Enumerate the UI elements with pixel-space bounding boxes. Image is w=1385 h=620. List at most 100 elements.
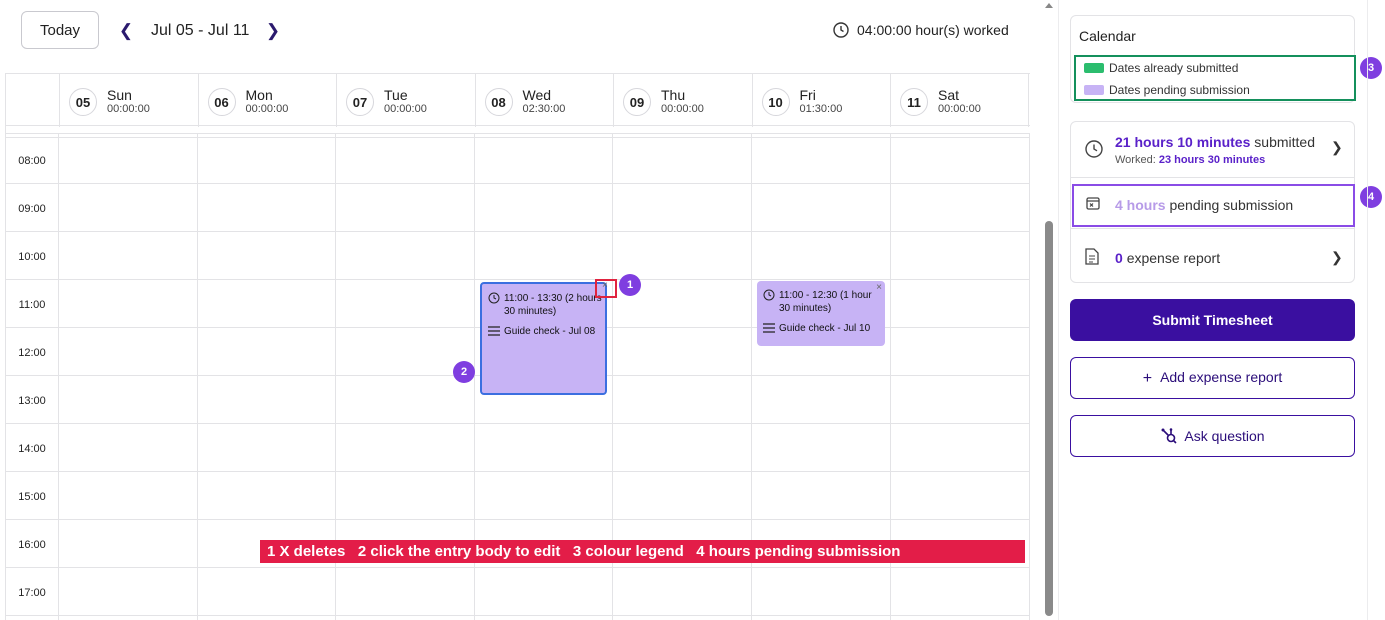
day-name: Sat [938,87,960,103]
pending-highlight [1072,184,1355,227]
ask-question-button[interactable]: Ask question [1070,415,1355,457]
plus-icon: + [1142,369,1153,387]
swatch-submitted [1084,63,1104,73]
swatch-pending [1084,85,1104,95]
worked-label: Worked: [1115,154,1156,166]
hubspot-icon [1161,428,1177,444]
legend-label: Dates already submitted [1109,61,1239,75]
day-total: 00:00:00 [107,103,150,115]
clock-icon [763,289,775,301]
panel-divider [1367,0,1368,620]
submitted-value: 21 hours 10 minutes [1115,134,1251,150]
day-header-row: 05 Sun 00:00:00 06 Mon 00:00:00 07 Tue 0… [6,73,1030,127]
expense-text: 0 expense report [1115,250,1220,266]
day-number: 10 [761,88,790,116]
day-number: 11 [900,88,928,116]
day-header-fri[interactable]: 10 Fri 01:30:00 [751,74,891,127]
scroll-up-arrow-icon[interactable] [1045,3,1053,8]
legend-item-submitted: Dates already submitted [1084,61,1238,75]
today-button[interactable]: Today [21,11,99,49]
description-icon [763,323,775,333]
day-header-thu[interactable]: 09 Thu 00:00:00 [613,74,752,127]
day-total: 01:30:00 [799,103,843,115]
day-number: 05 [69,88,97,116]
scrollbar-thumb[interactable] [1045,221,1053,616]
chevron-right-icon: ❯ [1331,139,1343,155]
expense-row[interactable]: 0 expense report ❯ [1071,229,1356,284]
day-name: Wed [522,87,552,103]
legend-item-pending: Dates pending submission [1084,83,1250,97]
entry-time: 11:00 - 13:30 (2 hours 30 minutes) [504,293,602,317]
day-number: 08 [484,88,513,116]
day-name: Thu [661,87,686,103]
entry-description: Guide check - Jul 08 [504,326,596,337]
day-header-sat[interactable]: 11 Sat 00:00:00 [890,74,1029,127]
day-total: 00:00:00 [938,103,981,115]
hour-label: 08:00 [18,155,46,167]
hour-label: 15:00 [18,491,46,503]
clock-icon [488,292,500,304]
callout-badge: 1 [619,274,641,296]
submitted-text: 21 hours 10 minutes submitted [1115,134,1315,150]
day-name: Fri [799,87,816,103]
hour-label: 13:00 [18,395,46,407]
day-name: Mon [245,87,273,103]
submitted-label: submitted [1254,134,1315,150]
day-total: 00:00:00 [245,103,289,115]
expense-label: expense report [1126,250,1221,266]
day-header-mon[interactable]: 06 Mon 00:00:00 [197,74,337,127]
callout-badge: 2 [453,361,475,383]
time-entry-wed[interactable]: 11:00 - 13:30 (2 hours 30 minutes) Guide… [480,279,617,395]
callout-badge: 4 [1360,186,1382,208]
date-range: Jul 05 - Jul 11 [151,22,250,39]
legend-title: Calendar [1079,28,1136,44]
clock-icon [833,22,849,38]
day-name: Sun [107,87,132,103]
worked-text: Worked: 23 hours 30 minutes [1115,154,1265,166]
add-expense-label: Add expense report [1160,368,1283,385]
worked-value: 23 hours 30 minutes [1158,154,1266,166]
entry-description: Guide check - Jul 10 [779,323,871,334]
day-header-wed[interactable]: 08 Wed 02:30:00 [474,74,614,127]
description-icon [488,326,500,336]
add-expense-button[interactable]: + Add expense report [1070,357,1355,399]
hour-label: 10:00 [18,251,46,263]
day-header-sun[interactable]: 05 Sun 00:00:00 [59,74,198,127]
hour-label: 17:00 [18,587,46,599]
day-number: 06 [207,88,236,116]
legend-label: Dates pending submission [1109,83,1250,97]
panel-divider [1058,0,1059,620]
hours-worked-label: 04:00:00 hour(s) worked [857,22,1009,38]
calendar-legend: Calendar Dates already submitted Dates p… [1070,15,1356,103]
delete-entry-button[interactable]: × [595,279,617,298]
close-icon: × [602,280,608,291]
hours-worked: 04:00:00 hour(s) worked [833,22,1009,38]
day-total: 00:00:00 [384,103,427,115]
day-total: 02:30:00 [522,103,566,115]
hour-label: 14:00 [18,443,46,455]
hour-label: 11:00 [18,299,46,311]
submit-timesheet-button[interactable]: Submit Timesheet [1070,299,1355,341]
day-number: 09 [623,88,651,116]
day-total: 00:00:00 [661,103,704,115]
expense-value: 0 [1115,250,1123,266]
hour-label: 09:00 [18,203,46,215]
clock-icon [1085,140,1103,158]
calendar-toolbar: Today ❮ Jul 05 - Jul 11 ❯ 04:00:00 hour(… [0,0,1040,62]
day-name: Tue [384,87,408,103]
next-week-button[interactable]: ❯ [263,20,283,42]
submitted-row[interactable]: 21 hours 10 minutes submitted Worked: 23… [1071,122,1356,177]
instruction-banner: 1 X deletes 2 click the entry body to ed… [260,540,1025,563]
callout-badge: 3 [1360,57,1382,79]
chevron-right-icon: ❯ [1331,249,1343,265]
hour-label: 12:00 [18,347,46,359]
entry-time: 11:00 - 12:30 (1 hour 30 minutes) [779,290,872,314]
close-icon[interactable]: × [876,282,882,293]
document-icon [1085,248,1099,265]
previous-week-button[interactable]: ❮ [116,20,136,42]
ask-question-label: Ask question [1184,428,1265,444]
time-entry-fri[interactable]: 11:00 - 12:30 (1 hour 30 minutes) Guide … [757,281,885,346]
hour-label: 16:00 [18,539,46,551]
day-number: 07 [346,88,374,116]
day-header-tue[interactable]: 07 Tue 00:00:00 [336,74,475,127]
